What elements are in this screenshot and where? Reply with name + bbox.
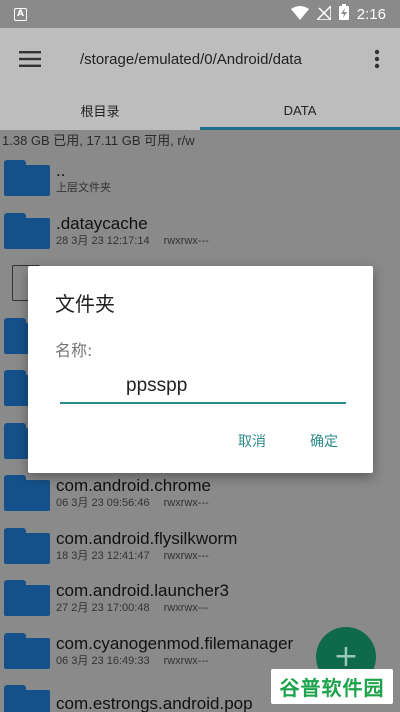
hamburger-menu-icon[interactable] [0,28,60,90]
list-item[interactable]: .dataycache 28 3月 23 12:17:14 rwxrwx--- [0,205,400,258]
watermark-text: 谷普软件园 [279,676,385,700]
file-name: com.cyanogenmod.filemanager [56,633,294,653]
file-name: .. [56,161,66,181]
new-folder-dialog: 文件夹 名称: 取消 确定 [28,266,373,473]
folder-name-input[interactable] [60,370,346,404]
name-label: 名称: [55,341,93,360]
cancel-button[interactable]: 取消 [228,424,276,458]
notification-icon: A [14,7,27,21]
list-item[interactable]: com.android.launcher3 27 2月 23 17:00:48 r… [0,572,400,625]
file-permissions: rwxrwx--- [163,602,209,615]
file-name: com.android.flysilkworm [56,528,238,548]
battery-charging-icon [338,4,349,24]
file-date: 06 3月 23 16:49:33 [56,654,150,667]
folder-icon [4,580,50,617]
tab-data[interactable]: DATA [200,90,400,130]
folder-icon [4,160,50,197]
file-permissions: rwxrwx--- [163,654,209,667]
file-date: 06 3月 23 09:56:46 [56,497,150,510]
file-permissions: rwxrwx--- [163,497,209,510]
watermark-logo: 谷普软件园 [271,669,393,704]
list-item[interactable]: com.android.chrome 06 3月 23 09:56:46 rwxr… [0,467,400,520]
folder-icon [4,475,50,512]
file-name: com.estrongs.android.pop [56,693,253,712]
status-bar: A 2:16 [0,0,400,28]
file-name: com.android.chrome [56,476,211,496]
file-date: 28 3月 23 12:17:14 [56,234,150,247]
storage-info: 1.38 GB 已用, 17.11 GB 可用, r/w [2,133,195,148]
clock: 2:16 [356,5,386,23]
app-bar: /storage/emulated/0/Android/data [0,28,400,90]
folder-icon [4,685,50,712]
file-permissions: rwxrwx--- [163,549,209,562]
folder-icon [4,632,50,669]
tab-bar: 根目录 DATA [0,90,400,130]
file-date: 18 3月 23 12:41:47 [56,549,150,562]
current-path: /storage/emulated/0/Android/data [80,50,302,68]
confirm-button[interactable]: 确定 [300,424,348,458]
wifi-icon [290,5,309,24]
signal-off-icon [314,3,332,24]
tab-root[interactable]: 根目录 [0,90,200,130]
file-permissions: rwxrwx--- [163,234,209,247]
dialog-title: 文件夹 [55,292,115,316]
folder-icon [4,212,50,249]
list-item[interactable]: com.android.flysilkworm 18 3月 23 12:41:4… [0,520,400,573]
file-name: com.android.launcher3 [56,581,229,601]
file-name: .dataycache [56,213,148,233]
plus-icon: + [333,639,359,674]
file-date: 上层文件夹 [56,182,111,195]
folder-icon [4,527,50,564]
list-item-parent[interactable]: .. 上层文件夹 [0,152,400,205]
file-date: 27 2月 23 17:00:48 [56,602,150,615]
more-options-icon[interactable] [354,28,400,90]
